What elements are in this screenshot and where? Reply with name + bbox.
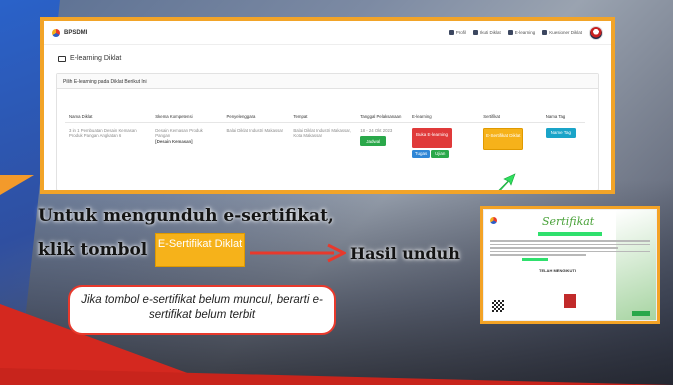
cell-elearning: Buka E-learning Tugas Ujian <box>408 122 479 163</box>
jadwal-button[interactable]: Jadwal <box>360 136 387 147</box>
cell-tempat: Balai Diklat Industri Makassar, Kota Mak… <box>293 127 351 139</box>
name-tag-button[interactable]: Name Tag <box>545 127 576 138</box>
nav-item-ikuti-diklat[interactable]: Ikuti Diklat <box>472 30 501 35</box>
certificate-title: Sertifikat <box>542 215 595 228</box>
certificate-name-highlight <box>522 258 548 261</box>
nav-item-profil[interactable]: Profil <box>448 30 466 35</box>
monitor-icon <box>58 55 66 62</box>
col-elearning: E-learning <box>408 96 480 123</box>
certificate-decor-band <box>616 210 656 320</box>
users-icon <box>542 30 548 35</box>
col-tanggal: Tanggal Pelaksanaan <box>356 96 409 123</box>
nav-item-kuesioner[interactable]: Kuesioner Diklat <box>542 30 582 35</box>
certificate-photo <box>564 294 576 308</box>
cell-penyelenggara: Balai Diklat Industri Makassar <box>226 127 284 133</box>
skema-code: [Desain Kemasan] <box>155 139 193 145</box>
col-nama-tag: Nama Tag <box>541 96 585 123</box>
book-icon <box>472 30 478 35</box>
user-icon <box>448 30 454 35</box>
cell-skema: Desain Kemasan Produk Pangan [Desain Kema… <box>155 127 203 145</box>
instruction-line-1: Untuk mengunduh e-sertifikat, <box>38 206 334 226</box>
hasil-unduh-label: Hasil unduh <box>350 244 460 263</box>
certificate-page: Sertifikat TELAH MENGIKUTI <box>483 209 657 321</box>
nav-item-elearning[interactable]: E-learning <box>507 30 535 35</box>
table-row: 3 in 1 Pembuatan Desain Kemasan Produk P… <box>65 122 585 163</box>
qr-code-icon <box>492 300 504 312</box>
brand[interactable]: BPSDMI <box>52 28 88 37</box>
nav-menu: Profil Ikuti Diklat E-learning Kuesioner… <box>448 25 603 40</box>
diklat-table: Nama Diklat Skema Kompetensi Penyelengga… <box>65 96 585 163</box>
brand-name: BPSDMI <box>64 29 88 36</box>
certificate-footer-logo <box>632 311 650 316</box>
e-sertifikat-callout-button: E-Sertifikat Diklat <box>155 233 245 267</box>
ujian-button[interactable]: Ujian <box>431 149 450 158</box>
certificate-logo <box>490 217 497 224</box>
certificate-preview: Sertifikat TELAH MENGIKUTI <box>480 206 660 324</box>
bpsdmi-logo-icon <box>490 217 497 224</box>
page-title: E-learning Diklat <box>58 55 121 62</box>
top-navbar: BPSDMI Profil Ikuti Diklat E-learning Ku… <box>44 21 611 45</box>
bpsdmi-logo-icon <box>52 28 60 37</box>
green-arrow-icon <box>498 173 516 190</box>
cell-nama-diklat: 3 in 1 Pembuatan Desain Kemasan Produk P… <box>69 127 137 139</box>
col-penyelenggara: Penyelenggara <box>222 96 290 123</box>
col-skema: Skema Kompetensi <box>151 96 223 123</box>
note-bubble: Jika tombol e-sertifikat belum muncul, b… <box>68 285 336 335</box>
cell-sertifikat: E-Sertifikat Diklat <box>479 122 542 163</box>
table-header-row: Nama Diklat Skema Kompetensi Penyelengga… <box>65 96 585 123</box>
buka-elearning-button[interactable]: Buka E-learning <box>412 127 453 148</box>
certificate-highlight <box>538 232 602 236</box>
red-arrow-icon <box>250 243 346 263</box>
cell-nama-tag: Name Tag <box>542 122 585 163</box>
col-sertifikat: Sertifikat <box>479 96 542 123</box>
e-sertifikat-button[interactable]: E-Sertifikat Diklat <box>483 127 524 150</box>
elearning-app: BPSDMI Profil Ikuti Diklat E-learning Ku… <box>44 21 611 190</box>
tugas-button[interactable]: Tugas <box>412 149 431 158</box>
certificate-name: TELAH MENGIKUTI <box>539 268 576 273</box>
card-header: Pilih E-learning pada Diklat Berikut Ini <box>57 74 598 89</box>
screenshot-frame: BPSDMI Profil Ikuti Diklat E-learning Ku… <box>40 17 615 194</box>
col-tempat: Tempat <box>289 96 357 123</box>
monitor-icon <box>507 30 513 35</box>
avatar[interactable] <box>589 25 603 40</box>
cell-tanggal: 18 - 24 Okt 2023 Jadwal <box>356 122 408 163</box>
col-nama-diklat: Nama Diklat <box>65 96 152 123</box>
instruction-line-2: klik tombol <box>38 240 148 260</box>
certificate-text-lines <box>490 240 650 258</box>
